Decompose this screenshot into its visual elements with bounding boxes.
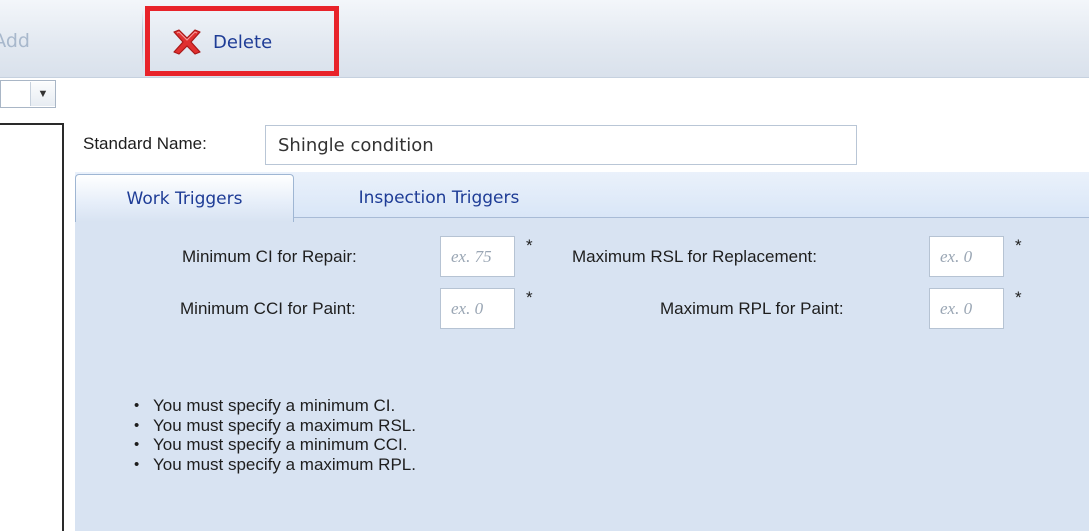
chevron-down-icon: ▼: [37, 88, 49, 100]
tab-inspection-triggers-label: Inspection Triggers: [358, 188, 520, 208]
toolbar: Add Delete: [0, 0, 1089, 78]
left-list-panel: [0, 123, 64, 531]
validation-message: You must specify a maximum RSL.: [134, 416, 416, 436]
min-cci-paint-label: Minimum CCI for Paint:: [180, 299, 356, 318]
max-rpl-required-marker: *: [1015, 288, 1022, 307]
validation-message: You must specify a maximum RPL.: [134, 455, 416, 475]
validation-messages: You must specify a minimum CI. You must …: [134, 396, 416, 474]
toolbar-separator: [142, 10, 143, 68]
validation-message: You must specify a minimum CCI.: [134, 435, 416, 455]
add-button[interactable]: Add: [0, 30, 30, 52]
max-rsl-replacement-label: Maximum RSL for Replacement:: [572, 247, 818, 266]
max-rsl-required-marker: *: [1015, 236, 1022, 255]
max-rpl-paint-label: Maximum RPL for Paint:: [660, 299, 844, 318]
min-ci-repair-label: Minimum CI for Repair:: [182, 247, 357, 266]
min-ci-required-marker: *: [526, 236, 533, 255]
tab-inspection-triggers[interactable]: Inspection Triggers: [304, 176, 574, 220]
validation-message: You must specify a minimum CI.: [134, 396, 416, 416]
left-dropdown-button[interactable]: ▼: [30, 82, 55, 106]
min-ci-repair-input[interactable]: [440, 236, 515, 277]
standard-name-label: Standard Name:: [83, 134, 207, 153]
max-rpl-paint-input[interactable]: [929, 288, 1004, 329]
standard-name-input[interactable]: [265, 125, 857, 165]
tab-work-triggers-label: Work Triggers: [126, 188, 243, 209]
tab-work-triggers[interactable]: Work Triggers: [75, 174, 294, 222]
max-rsl-replacement-input[interactable]: [929, 236, 1004, 277]
min-cci-required-marker: *: [526, 288, 533, 307]
min-cci-paint-input[interactable]: [440, 288, 515, 329]
highlight-box: [145, 6, 339, 76]
